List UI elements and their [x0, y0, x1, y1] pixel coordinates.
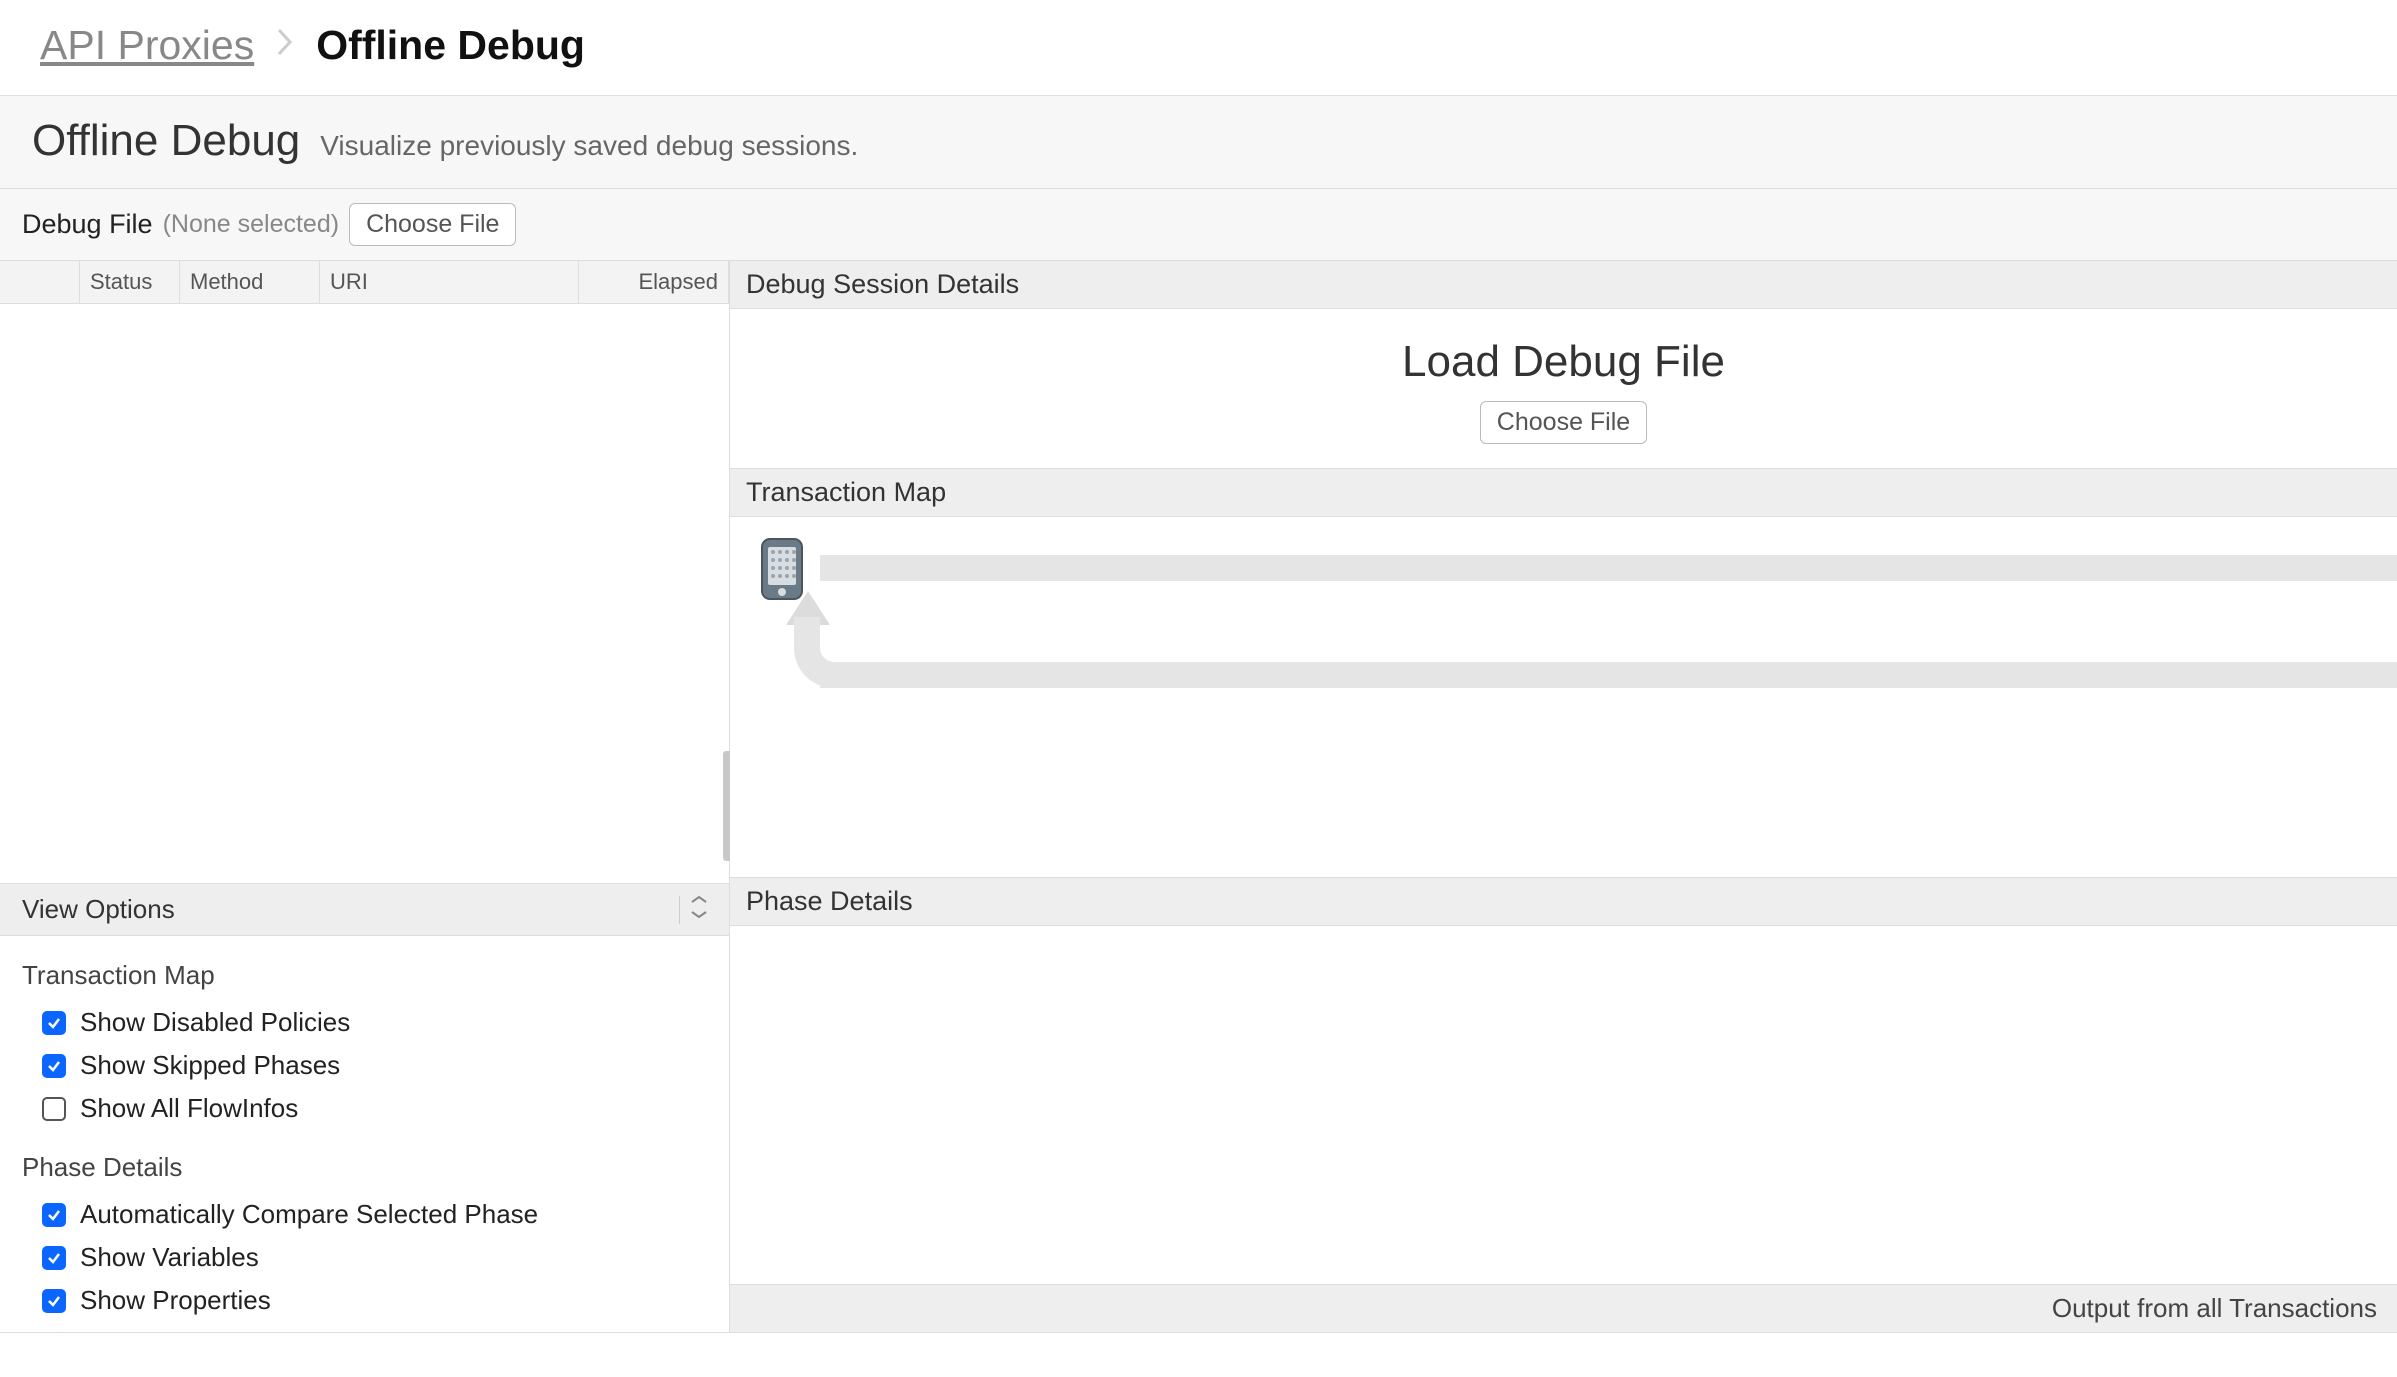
flow-bar-request [820, 555, 2397, 581]
vo-option[interactable]: Show All FlowInfos [22, 1087, 707, 1130]
vo-option-label: Automatically Compare Selected Phase [80, 1199, 538, 1230]
section-debug-session-details: Debug Session Details [730, 261, 2397, 309]
chevron-right-icon [276, 27, 294, 65]
vo-option-label: Show Skipped Phases [80, 1050, 340, 1081]
checkbox-icon[interactable] [42, 1097, 66, 1121]
vo-option[interactable]: Show Variables [22, 1236, 707, 1279]
tx-col-method[interactable]: Method [180, 261, 320, 303]
tx-col-status[interactable]: Status [80, 261, 180, 303]
breadcrumb: API Proxies Offline Debug [0, 0, 2397, 96]
vo-section-phase-details: Phase Details [22, 1152, 707, 1183]
phase-details-body [730, 926, 2397, 1284]
vo-option-label: Show Disabled Policies [80, 1007, 350, 1038]
section-transaction-map: Transaction Map [730, 468, 2397, 517]
main: Status Method URI Elapsed View Options T… [0, 261, 2397, 1333]
output-footer[interactable]: Output from all Transactions [730, 1284, 2397, 1332]
checkbox-icon[interactable] [42, 1203, 66, 1227]
tx-col-blank [0, 261, 80, 303]
tx-col-uri[interactable]: URI [320, 261, 579, 303]
expand-collapse-icon[interactable] [679, 896, 707, 924]
vo-option[interactable]: Automatically Compare Selected Phase [22, 1193, 707, 1236]
title-bar: Offline Debug Visualize previously saved… [0, 96, 2397, 189]
vo-option-label: Show Properties [80, 1285, 271, 1316]
debug-file-none: (None selected) [163, 210, 339, 239]
checkbox-icon[interactable] [42, 1246, 66, 1270]
load-debug-file-heading: Load Debug File [730, 337, 2397, 387]
flow-bar-response [820, 662, 2397, 688]
vo-option[interactable]: Show Skipped Phases [22, 1044, 707, 1087]
left-panel: Status Method URI Elapsed View Options T… [0, 261, 730, 1332]
view-options-body: Transaction Map Show Disabled Policies S… [0, 936, 729, 1332]
choose-file-button[interactable]: Choose File [349, 203, 516, 246]
page-subtitle: Visualize previously saved debug session… [320, 130, 858, 162]
vo-option[interactable]: Show Properties [22, 1279, 707, 1322]
view-options-header[interactable]: View Options [0, 884, 729, 936]
right-panel: Debug Session Details Load Debug File Ch… [730, 261, 2397, 1332]
checkbox-icon[interactable] [42, 1011, 66, 1035]
checkbox-icon[interactable] [42, 1289, 66, 1313]
vo-option-label: Show Variables [80, 1242, 259, 1273]
choose-file-button-main[interactable]: Choose File [1480, 401, 1647, 444]
debug-file-row: Debug File (None selected) Choose File [0, 189, 2397, 261]
checkbox-icon[interactable] [42, 1054, 66, 1078]
vo-option-label: Show All FlowInfos [80, 1093, 298, 1124]
vo-section-transaction-map: Transaction Map [22, 960, 707, 991]
view-options-title: View Options [22, 894, 175, 925]
debug-file-label: Debug File [22, 209, 153, 240]
load-debug-file-area: Load Debug File Choose File [730, 309, 2397, 468]
tx-col-elapsed[interactable]: Elapsed [579, 261, 729, 303]
page-title: Offline Debug [32, 116, 300, 166]
vo-option[interactable]: Show Disabled Policies [22, 1001, 707, 1044]
view-options: View Options Transaction Map Show Disabl… [0, 883, 729, 1332]
breadcrumb-current: Offline Debug [316, 22, 585, 69]
transaction-map-body [730, 517, 2397, 877]
tx-table-body [0, 304, 729, 883]
tx-table-header: Status Method URI Elapsed [0, 261, 729, 304]
breadcrumb-api-proxies[interactable]: API Proxies [40, 22, 254, 69]
section-phase-details: Phase Details [730, 877, 2397, 926]
